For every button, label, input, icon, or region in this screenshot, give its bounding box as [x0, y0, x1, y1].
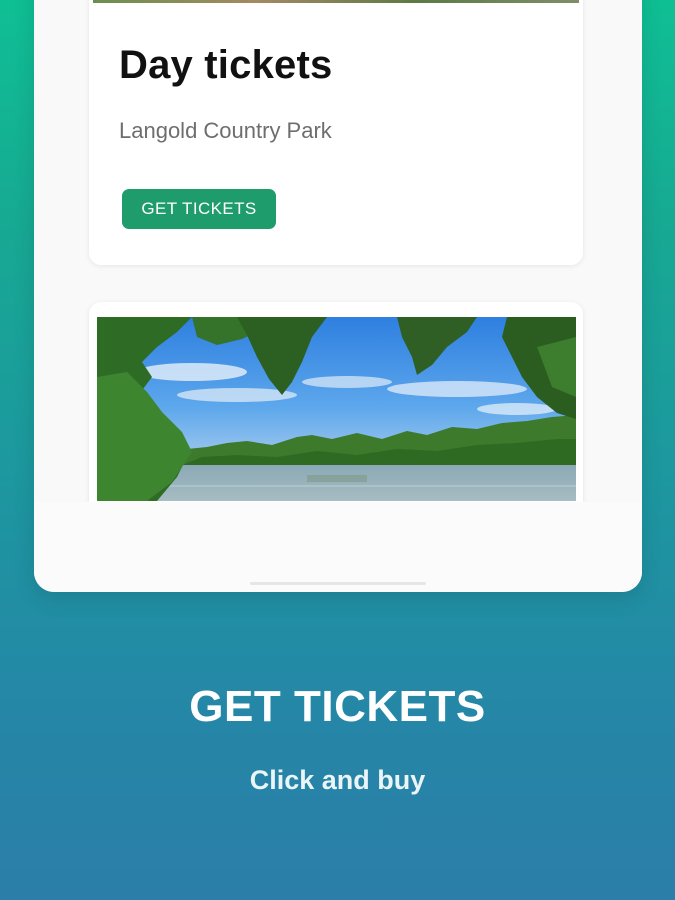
card-title: Day tickets	[119, 43, 333, 87]
lake-photo	[97, 317, 576, 501]
app-screen: Day tickets Langold Country Park GET TIC…	[34, 0, 642, 502]
lake-card[interactable]	[89, 302, 583, 502]
card-image-edge	[93, 0, 579, 3]
promo-title: GET TICKETS	[189, 682, 486, 731]
ticket-card[interactable]: Day tickets Langold Country Park GET TIC…	[89, 0, 583, 265]
card-subtitle: Langold Country Park	[119, 118, 332, 143]
promo-subtitle: Click and buy	[249, 765, 426, 795]
home-indicator[interactable]	[250, 582, 426, 585]
get-tickets-button[interactable]: GET TICKETS	[122, 189, 276, 229]
phone-frame: Day tickets Langold Country Park GET TIC…	[34, 0, 642, 592]
home-bar-area	[34, 502, 642, 592]
